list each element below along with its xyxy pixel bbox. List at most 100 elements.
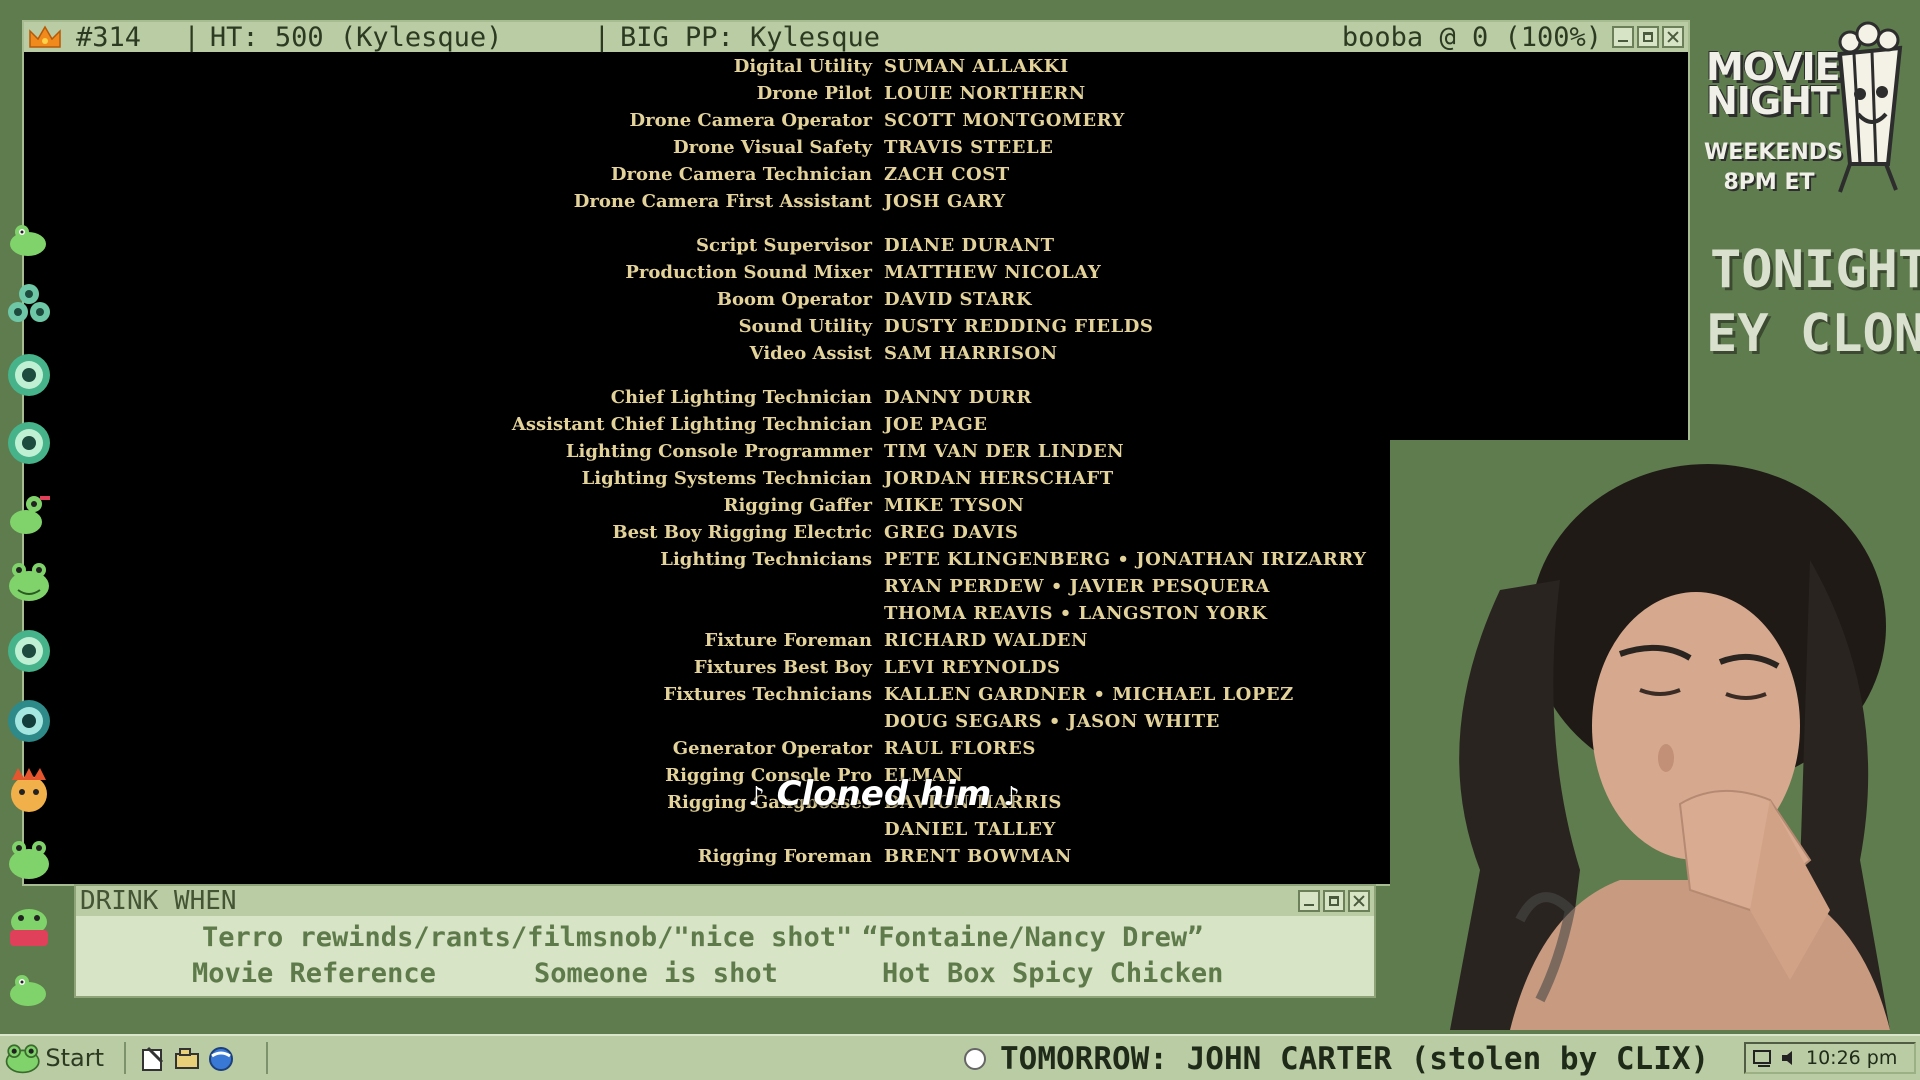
start-label: Start xyxy=(45,1044,104,1072)
credit-role: Digital Utility xyxy=(733,56,872,77)
credit-role: Fixtures Best Boy xyxy=(693,657,872,678)
clock: 10:26 pm xyxy=(1806,1047,1898,1069)
frog-emote-icon xyxy=(10,909,48,946)
subtitle-caption: ♪ Cloned him ♪ xyxy=(748,774,1020,814)
credit-role: Drone Visual Safety xyxy=(672,137,872,158)
credit-role: Production Sound Mixer xyxy=(625,262,872,283)
credit-name: TIM VAN DER LINDEN xyxy=(884,441,1125,462)
credit-role: Rigging Gaffer xyxy=(723,495,873,516)
credit-row: Drone Visual Safety TRAVIS STEELE xyxy=(24,135,1688,161)
frog-emote-icon xyxy=(9,563,49,601)
minimize-icon[interactable] xyxy=(1298,890,1320,912)
credit-role: Drone Camera First Assistant xyxy=(573,191,872,212)
start-button[interactable]: Start xyxy=(4,1040,104,1076)
credit-row: Assistant Chief Lighting Technician JOE P… xyxy=(24,412,1688,438)
drink-rule: Hot Box Spicy Chicken xyxy=(882,958,1224,989)
credit-row: Digital Utility SUMAN ALLAKKI xyxy=(24,54,1688,80)
credit-role: Lighting Systems Technician xyxy=(581,468,872,489)
credit-name: DIANE DURANT xyxy=(884,235,1055,256)
credit-name: KALLEN GARDNER • MICHAEL LOPEZ xyxy=(884,684,1294,705)
drink-rule: Someone is shot xyxy=(534,958,778,989)
credit-name: DANNY DURR xyxy=(884,387,1032,408)
close-icon[interactable] xyxy=(1348,890,1370,912)
credit-name: GREG DAVIS xyxy=(884,522,1019,543)
credit-name: LEVI REYNOLDS xyxy=(884,657,1061,678)
frog-emote-icon xyxy=(10,225,46,256)
credit-name: SAM HARRISON xyxy=(884,343,1058,364)
credit-name: BRENT BOWMAN xyxy=(884,846,1072,867)
credit-name: RYAN PERDEW • JAVIER PESQUERA xyxy=(884,576,1270,597)
speaker-icon[interactable] xyxy=(1780,1048,1800,1068)
credit-name: MIKE TYSON xyxy=(884,495,1025,516)
title-ht: HT: 500 (Kylesque) xyxy=(209,21,503,53)
drink-when-title: DRINK WHEN xyxy=(80,886,237,916)
credit-role: Drone Camera Operator xyxy=(629,110,872,131)
ticker-text: TOMORROW: JOHN CARTER (stolen by CLIX) xyxy=(1000,1041,1710,1077)
credit-role: Rigging Foreman xyxy=(697,846,872,867)
title-id: #314 xyxy=(76,21,142,53)
schedule-text: WEEKENDS 8PM ET xyxy=(1704,140,1843,195)
credit-name: DAVID STARK xyxy=(884,289,1033,310)
network-icon[interactable] xyxy=(1752,1048,1774,1068)
title-separator: | xyxy=(151,21,200,53)
credit-role: Boom Operator xyxy=(716,289,872,310)
credit-role: Sound Utility xyxy=(738,316,872,337)
credit-name: JOE PAGE xyxy=(884,414,988,435)
credit-name: MATTHEW NICOLAY xyxy=(884,262,1102,283)
taskbar-divider xyxy=(266,1042,268,1074)
notepad-icon[interactable] xyxy=(140,1046,166,1072)
ticker: TOMORROW: JOHN CARTER (stolen by CLIX) xyxy=(964,1040,1709,1078)
credit-name: LOUIE NORTHERN xyxy=(884,83,1086,104)
credit-name: SCOTT MONTGOMERY xyxy=(884,110,1125,131)
credit-role: Lighting Technicians xyxy=(660,549,872,570)
credit-name: JORDAN HERSCHAFT xyxy=(884,468,1114,489)
frog-emote-icon xyxy=(8,630,50,672)
ticker-dot-icon xyxy=(964,1048,986,1070)
credit-name: DANIEL TALLEY xyxy=(884,819,1056,840)
credit-role: Chief Lighting Technician xyxy=(610,387,872,408)
credit-name: ZACH COST xyxy=(884,164,1010,185)
credit-row: Drone Camera Technician ZACH COST xyxy=(24,162,1688,188)
credit-role: Assistant Chief Lighting Technician xyxy=(511,414,872,435)
start-frog-icon xyxy=(5,1044,40,1074)
tonight-label: TONIGHT: xyxy=(1710,240,1920,300)
drink-rule: Terro rewinds/rants/filmsnob/"nice shot" xyxy=(202,922,853,953)
credit-role: Fixtures Technicians xyxy=(663,684,872,705)
drink-when-titlebar[interactable]: DRINK WHEN xyxy=(76,886,1374,916)
main-titlebar[interactable]: #314 | HT: 500 (Kylesque) | BIG PP: Kyle… xyxy=(24,21,1688,53)
credit-row: Script Supervisor DIANE DURANT xyxy=(24,233,1688,259)
title-separator: | xyxy=(512,21,610,53)
drink-rule: Movie Reference xyxy=(192,958,436,989)
credit-name: RICHARD WALDEN xyxy=(884,630,1088,651)
title-pp: BIG PP: Kylesque xyxy=(619,21,881,53)
close-icon[interactable] xyxy=(1662,26,1684,48)
system-tray: 10:26 pm xyxy=(1744,1042,1916,1074)
tonight-movie: EY CLONE xyxy=(1706,304,1920,364)
taskbar-divider xyxy=(124,1042,126,1074)
frog-emote-icon xyxy=(10,975,46,1006)
frog-emote-icon xyxy=(8,284,50,322)
explorer-icon[interactable] xyxy=(174,1046,200,1072)
frog-emote-icon xyxy=(10,496,50,534)
credit-role: Video Assist xyxy=(749,343,872,364)
credit-row: Production Sound Mixer MATTHEW NICOLAY xyxy=(24,260,1688,286)
crown-icon xyxy=(29,25,61,48)
credit-role: Drone Camera Technician xyxy=(610,164,872,185)
credit-row: Boom Operator DAVID STARK xyxy=(24,287,1688,313)
maximize-icon[interactable] xyxy=(1323,890,1345,912)
credit-row: Chief Lighting Technician DANNY DURR xyxy=(24,385,1688,411)
minimize-icon[interactable] xyxy=(1612,26,1634,48)
credit-role: Lighting Console Programmer xyxy=(565,441,872,462)
movie-night-logo: MOVIE NIGHT xyxy=(1706,45,1841,123)
credit-row: Video Assist SAM HARRISON xyxy=(24,341,1688,367)
maximize-icon[interactable] xyxy=(1637,26,1659,48)
credit-name: DOUG SEGARS • JASON WHITE xyxy=(884,711,1220,732)
browser-icon[interactable] xyxy=(208,1046,234,1072)
credit-name: JOSH GARY xyxy=(884,191,1006,212)
credit-name: TRAVIS STEELE xyxy=(884,137,1054,158)
credit-role: Generator Operator xyxy=(672,738,872,759)
webcam-feed xyxy=(1390,440,1920,1030)
frog-emote-icon xyxy=(9,841,49,879)
credit-name: RAUL FLORES xyxy=(884,738,1036,759)
drink-rule: “Fontaine/Nancy Drew” xyxy=(862,922,1204,953)
